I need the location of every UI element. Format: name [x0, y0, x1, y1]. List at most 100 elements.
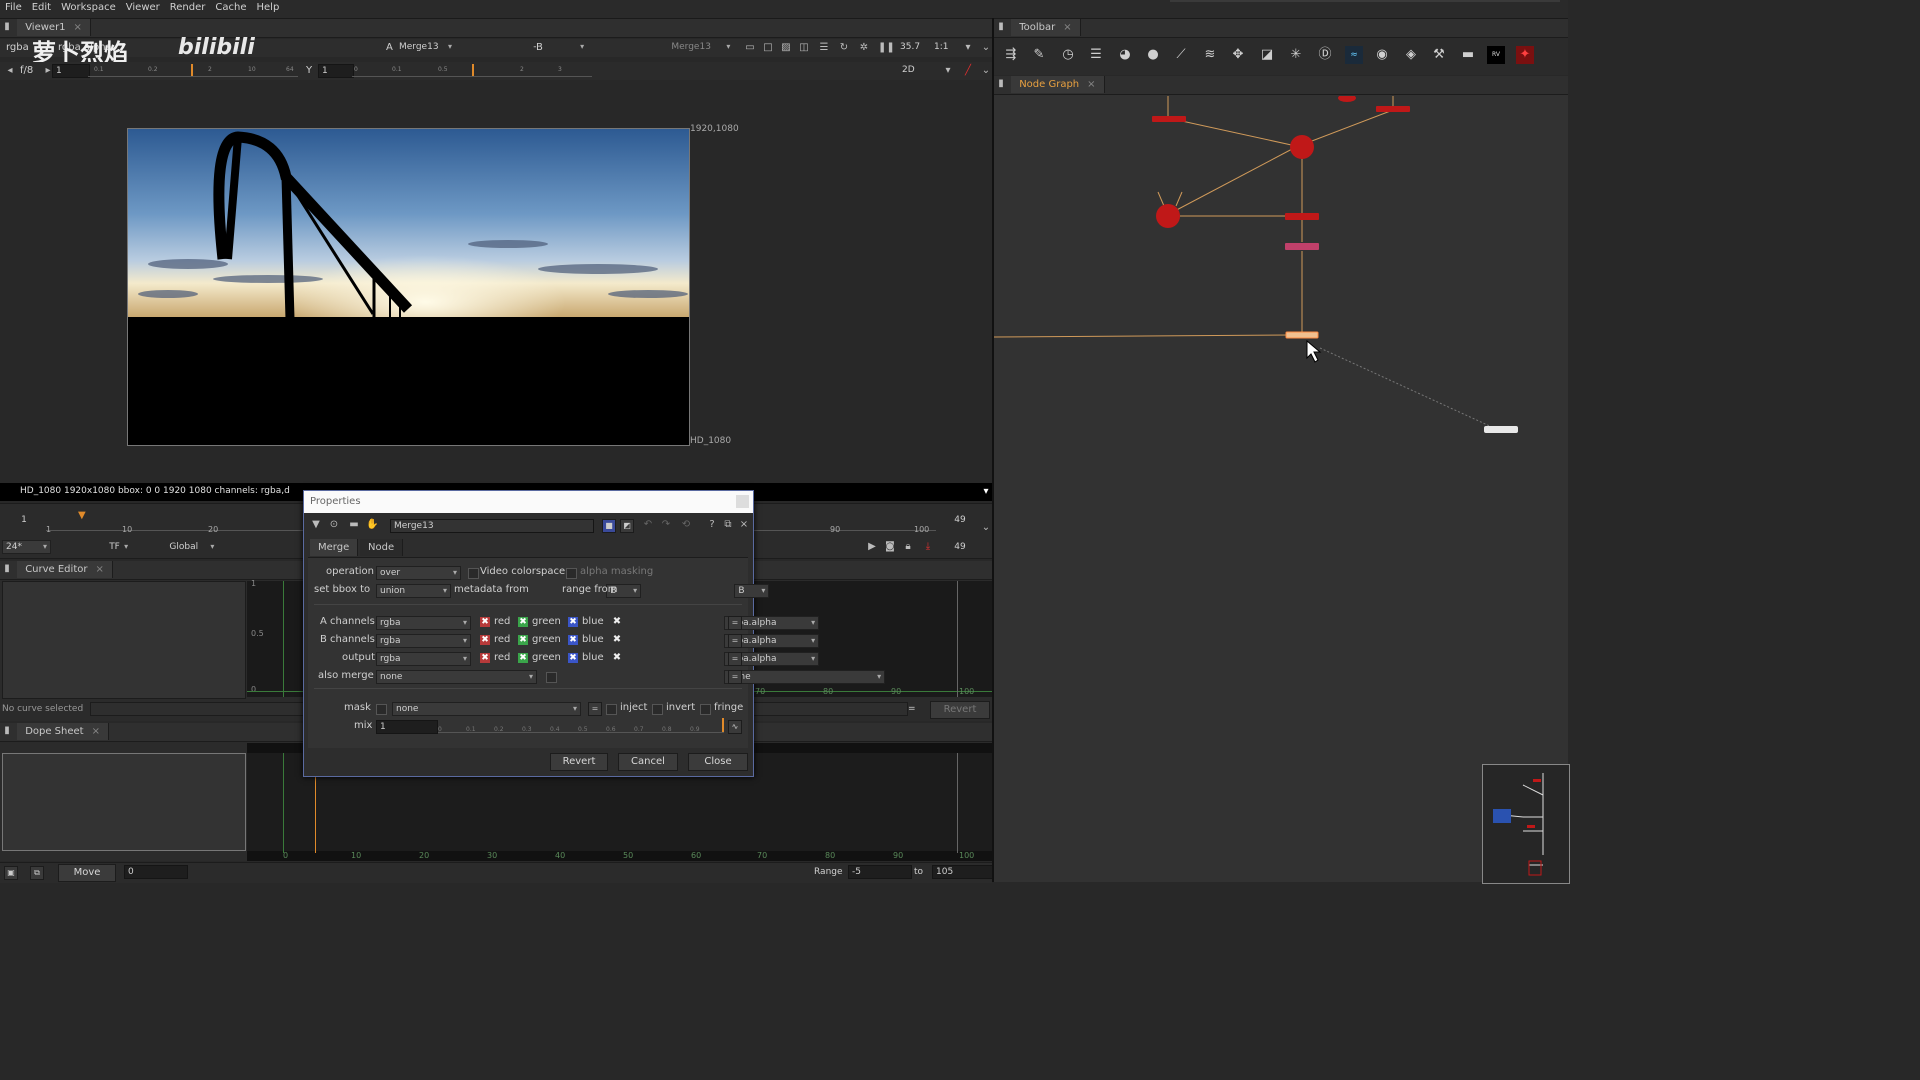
menu-edit[interactable]: Edit	[27, 0, 56, 13]
menu-workspace[interactable]: Workspace	[56, 0, 121, 13]
keyframe-lock-icon[interactable]: ▣	[4, 866, 18, 880]
node-name-field[interactable]: Merge13	[390, 519, 594, 533]
keyframe-copy-icon[interactable]: ⧉	[30, 866, 44, 880]
close-icon[interactable]: ×	[74, 22, 82, 33]
wipe-icon[interactable]: ▨	[780, 42, 792, 54]
link-icon[interactable]: =	[728, 652, 742, 666]
range-to-field[interactable]: 105	[932, 865, 994, 879]
lock-icon[interactable]: 🔒︎	[902, 541, 914, 553]
playhead-marker[interactable]: ▼	[78, 510, 86, 521]
properties-titlebar[interactable]: Properties	[304, 491, 753, 513]
transform-icon[interactable]: ✥	[1229, 46, 1247, 64]
timeline-start-field[interactable]: 1	[4, 514, 44, 526]
curve-list[interactable]	[2, 581, 246, 699]
revision-icon[interactable]: RV	[1487, 46, 1505, 64]
fps-dropdown[interactable]: 24*	[2, 540, 51, 554]
scope-dropdown[interactable]: Global	[166, 541, 217, 553]
close-icon[interactable]: ×	[95, 564, 103, 575]
paint-brush-icon[interactable]: ╱	[962, 65, 974, 77]
link-icon[interactable]: =	[728, 634, 742, 648]
blue-checkbox[interactable]: ✖	[568, 653, 578, 663]
menu-help[interactable]: Help	[252, 0, 285, 13]
expand-icon[interactable]: ⌄	[980, 42, 992, 54]
gamma-slider[interactable]: 0 0.1 0.5 2 3	[352, 64, 592, 77]
gl-color-icon[interactable]: ◩	[620, 519, 634, 533]
mask-checkbox[interactable]	[376, 704, 387, 715]
close-button[interactable]: Close	[688, 753, 748, 771]
chevron-down-icon[interactable]: ▾	[962, 42, 974, 54]
node-color-icon[interactable]: ■	[602, 519, 616, 533]
red-plugin-icon[interactable]: ✦	[1516, 46, 1534, 64]
float-icon[interactable]: ⧉	[722, 519, 734, 531]
inject-checkbox[interactable]	[606, 704, 617, 715]
range-from-dropdown[interactable]: B	[734, 584, 770, 598]
record-icon[interactable]: ◙	[884, 541, 896, 553]
red-checkbox[interactable]: ✖	[480, 617, 490, 627]
timeline-end-field[interactable]: 49	[940, 514, 980, 526]
also-merge-dropdown-2[interactable]: none	[724, 670, 886, 684]
proxy-dropdown[interactable]: 1:1	[934, 42, 948, 52]
draw-icon[interactable]: ✎	[1030, 46, 1048, 64]
also-merge-dropdown[interactable]: none	[376, 670, 537, 684]
center-node-icon[interactable]: ⊙	[328, 519, 340, 531]
gain-left-icon[interactable]: ◂	[4, 65, 16, 77]
tf-dropdown[interactable]: TF	[106, 541, 131, 553]
menu-viewer[interactable]: Viewer	[121, 0, 165, 13]
link-icon[interactable]: =	[588, 702, 602, 716]
3d-icon[interactable]: ◪	[1258, 46, 1276, 64]
animation-curve-icon[interactable]: ∿	[728, 720, 742, 734]
expand-icon[interactable]: ⌄	[980, 522, 992, 534]
panel-menu-icon[interactable]: ▮	[996, 21, 1006, 33]
redo-icon[interactable]: ↷	[660, 519, 672, 531]
revert-button[interactable]: Revert	[550, 753, 608, 771]
chevron-down-icon[interactable]: ▾	[980, 486, 992, 498]
expand-icon[interactable]: ⌄	[980, 65, 992, 77]
overlay-icon[interactable]: ◫	[798, 42, 810, 54]
alpha-checkbox[interactable]: ✖	[612, 653, 622, 663]
time-icon[interactable]: ◷	[1059, 46, 1077, 64]
link-icon[interactable]: =	[728, 616, 742, 630]
move-value-field[interactable]: 0	[124, 865, 188, 879]
menu-render[interactable]: Render	[165, 0, 211, 13]
pin-icon[interactable]: ⤓	[922, 541, 934, 553]
view-mode-dropdown[interactable]: 2D	[902, 65, 915, 75]
panel-menu-icon[interactable]: ▮	[996, 78, 1006, 90]
tab-merge[interactable]: Merge	[310, 539, 359, 556]
alpha-checkbox[interactable]: ✖	[612, 635, 622, 645]
b-channels-dropdown[interactable]: rgba	[376, 634, 471, 648]
pause-icon[interactable]: ❚❚	[878, 42, 895, 54]
alpha-masking-checkbox[interactable]	[566, 568, 577, 579]
green-checkbox[interactable]: ✖	[518, 635, 528, 645]
mix-field[interactable]: 1	[376, 720, 438, 734]
mix-slider-handle[interactable]	[722, 718, 724, 732]
play-icon[interactable]: ▶	[866, 541, 878, 553]
plugin-icon[interactable]: ≈	[1345, 46, 1363, 64]
views-icon[interactable]: ◉	[1373, 46, 1391, 64]
a-channels-dropdown[interactable]: rgba	[376, 616, 471, 630]
reset-icon[interactable]: ⟲	[680, 519, 692, 531]
close-icon[interactable]: ×	[1063, 22, 1071, 33]
gamma-slider-handle[interactable]	[472, 64, 474, 76]
other-icon[interactable]: ⚒	[1430, 46, 1448, 64]
green-checkbox[interactable]: ✖	[518, 653, 528, 663]
viewer-image[interactable]	[127, 128, 690, 446]
color-icon[interactable]: ◕	[1116, 46, 1134, 64]
lines-icon[interactable]: ☰	[818, 42, 830, 54]
bbox-dropdown[interactable]: union	[376, 584, 451, 598]
deep-icon[interactable]: Ⓓ	[1316, 46, 1334, 64]
invert-checkbox[interactable]	[652, 704, 663, 715]
help-icon[interactable]: ?	[706, 519, 718, 531]
timeline-end-field-2[interactable]: 49	[940, 541, 980, 553]
output-dropdown[interactable]: rgba	[376, 652, 471, 666]
also-merge-checkbox[interactable]	[546, 672, 557, 683]
gain-slider[interactable]: 0.1 0.2 2 10 64	[88, 64, 298, 77]
fringe-checkbox[interactable]	[700, 704, 711, 715]
tab-toolbar[interactable]: Toolbar ×	[1011, 19, 1081, 36]
alpha-checkbox[interactable]: ✖	[612, 617, 622, 627]
node-graph-minimap[interactable]	[1482, 764, 1570, 884]
metadata-icon[interactable]: ◈	[1402, 46, 1420, 64]
filter-icon[interactable]: ●	[1144, 46, 1162, 64]
furnace-icon[interactable]: ▬	[1459, 46, 1477, 64]
keyer-icon[interactable]: ⟋	[1172, 46, 1190, 64]
red-checkbox[interactable]: ✖	[480, 653, 490, 663]
